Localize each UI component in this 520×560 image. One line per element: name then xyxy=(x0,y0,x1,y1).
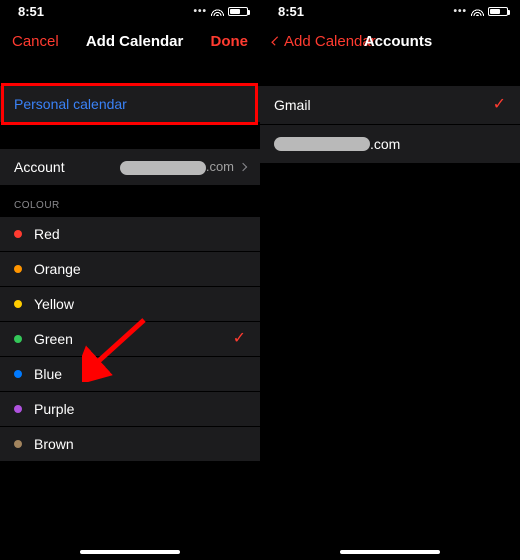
colour-swatch xyxy=(14,370,22,378)
account-name: Gmail xyxy=(274,97,311,113)
screenshot-right: 8:51 ••• Add Calendar Accounts Gmail ✓ .co… xyxy=(260,0,520,560)
home-indicator xyxy=(340,550,440,554)
cancel-button[interactable]: Cancel xyxy=(12,33,59,50)
colour-swatch xyxy=(14,405,22,413)
colour-swatch xyxy=(14,265,22,273)
status-time: 8:51 xyxy=(18,4,44,19)
colour-swatch xyxy=(14,335,22,343)
checkmark-icon: ✓ xyxy=(493,97,506,113)
account-suffix: .com xyxy=(370,136,400,152)
content-area: Personal calendar Account .com COLOUR Re… xyxy=(0,60,260,560)
colour-list: Red Orange Yellow Green ✓ Blue Purple Brown xyxy=(0,217,260,461)
status-bar: 8:51 ••• xyxy=(0,0,260,22)
cellular-icon: ••• xyxy=(453,6,467,17)
colour-row[interactable]: Yellow xyxy=(0,287,260,322)
colour-label: Purple xyxy=(34,401,74,417)
account-value: .com xyxy=(120,159,234,175)
accounts-list: Gmail ✓ .com xyxy=(260,86,520,164)
colour-swatch xyxy=(14,440,22,448)
nav-title: Accounts xyxy=(364,33,432,50)
checkmark-icon: ✓ xyxy=(233,331,246,347)
chevron-left-icon xyxy=(271,36,280,45)
cellular-icon: ••• xyxy=(193,6,207,17)
back-label: Add Calendar xyxy=(284,33,376,50)
colour-row[interactable]: Red xyxy=(0,217,260,252)
colour-swatch xyxy=(14,300,22,308)
colour-row[interactable]: Brown xyxy=(0,427,260,461)
account-row[interactable]: Gmail ✓ xyxy=(260,86,520,125)
account-label: Account xyxy=(14,159,65,175)
colour-row[interactable]: Blue xyxy=(0,357,260,392)
content-area: Gmail ✓ .com xyxy=(260,60,520,560)
colour-label: Green xyxy=(34,331,73,347)
colour-row[interactable]: Green ✓ xyxy=(0,322,260,357)
battery-icon xyxy=(488,7,508,16)
home-indicator xyxy=(80,550,180,554)
redacted-text xyxy=(120,161,206,175)
colour-label: Orange xyxy=(34,261,81,277)
colour-row[interactable]: Purple xyxy=(0,392,260,427)
nav-bar: Cancel Add Calendar Done xyxy=(0,22,260,60)
screenshot-left: 8:51 ••• Cancel Add Calendar Done Person… xyxy=(0,0,260,560)
colour-row[interactable]: Orange xyxy=(0,252,260,287)
account-row[interactable]: .com xyxy=(260,125,520,164)
status-time: 8:51 xyxy=(278,4,304,19)
nav-bar: Add Calendar Accounts xyxy=(260,22,520,60)
colour-label: Yellow xyxy=(34,296,74,312)
colour-section-header: COLOUR xyxy=(0,186,260,217)
battery-icon xyxy=(228,7,248,16)
colour-label: Brown xyxy=(34,436,74,452)
wifi-icon xyxy=(471,7,484,16)
redacted-text xyxy=(274,137,370,151)
calendar-name-value: Personal calendar xyxy=(14,96,127,112)
calendar-name-field[interactable]: Personal calendar xyxy=(0,86,260,123)
chevron-right-icon xyxy=(239,163,247,171)
account-row[interactable]: Account .com xyxy=(0,149,260,186)
colour-label: Blue xyxy=(34,366,62,382)
nav-title: Add Calendar xyxy=(86,33,184,50)
wifi-icon xyxy=(211,7,224,16)
back-button[interactable]: Add Calendar xyxy=(272,33,376,50)
done-button[interactable]: Done xyxy=(211,33,249,50)
status-bar: 8:51 ••• xyxy=(260,0,520,22)
colour-label: Red xyxy=(34,226,60,242)
colour-swatch xyxy=(14,230,22,238)
